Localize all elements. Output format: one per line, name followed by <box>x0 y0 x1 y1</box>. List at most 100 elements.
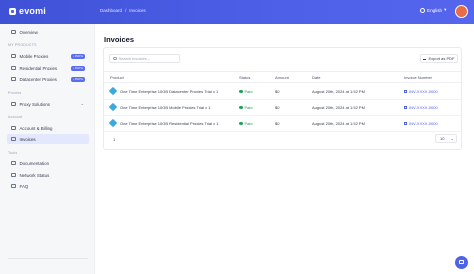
status-label: Paid <box>244 121 253 126</box>
cell-amount: $0 <box>275 89 280 94</box>
table-row[interactable]: One Time Enterprise 10GB Residential Pro… <box>104 116 461 132</box>
sidebar-item-label: Network Status <box>19 172 50 178</box>
document-icon <box>11 160 16 166</box>
sidebar-item-label: FAQ <box>19 183 29 189</box>
sidebar-item-network-status[interactable]: Network Status <box>7 170 89 180</box>
export-label: Export as PDF <box>428 56 455 61</box>
export-pdf-button[interactable]: Export as PDF <box>420 54 458 63</box>
download-icon <box>423 57 427 60</box>
sidebar: Overview MY PRODUCTS Mobile Proxies • PA… <box>0 24 95 274</box>
check-circle-icon <box>239 89 243 94</box>
page-title: Invoices <box>104 35 135 44</box>
sidebar-item-faq[interactable]: FAQ <box>7 181 89 191</box>
sidebar-item-proxy-solutions[interactable]: Proxy Solutions ⌄ <box>7 99 89 109</box>
network-icon <box>11 172 16 178</box>
sidebar-item-residential-proxies[interactable]: Residential Proxies • PAYG <box>7 63 89 73</box>
cell-product: One Time Enterprise 10GB Mobile Proxies … <box>120 105 211 110</box>
product-icon <box>108 86 118 96</box>
external-link-icon <box>404 122 407 125</box>
receipt-icon <box>11 136 16 142</box>
sidebar-item-label: Mobile Proxies <box>19 53 49 59</box>
sidebar-section-products: MY PRODUCTS <box>8 43 37 47</box>
search-icon <box>113 56 117 61</box>
chevron-down-icon: ▾ <box>444 7 447 12</box>
table-row[interactable]: One Time Enterprise 10GB Mobile Proxies … <box>104 100 461 116</box>
chat-support-button[interactable] <box>455 256 468 269</box>
breadcrumb-invoices: Invoices <box>129 8 146 13</box>
status-label: Paid <box>244 89 253 94</box>
grid-icon <box>11 101 16 107</box>
invoice-link[interactable]: INV-XXXX-0000 <box>404 121 438 126</box>
home-icon <box>11 29 16 35</box>
avatar[interactable] <box>455 5 468 18</box>
sidebar-item-datacenter-proxies[interactable]: Datacenter Proxies • PAYG <box>7 74 89 84</box>
sidebar-item-invoices[interactable]: Invoices <box>7 134 89 144</box>
column-date[interactable]: Date <box>312 75 320 80</box>
status-label: Paid <box>244 105 253 110</box>
payg-badge: • PAYG <box>71 53 85 60</box>
check-circle-icon <box>239 121 243 126</box>
logo-icon <box>9 7 16 15</box>
help-icon <box>11 183 16 189</box>
language-label: English <box>427 7 443 13</box>
product-icon <box>108 102 118 112</box>
pagination-page[interactable]: 1 <box>113 137 115 142</box>
status-badge: Paid <box>239 89 253 94</box>
invoice-number: INV-XXXX-0000 <box>409 105 438 110</box>
sidebar-section-proxies: Proxies <box>8 91 22 95</box>
payg-badge: • PAYG <box>71 65 85 72</box>
sidebar-item-label: Datacenter Proxies <box>19 76 57 82</box>
globe-icon <box>420 7 425 13</box>
cell-amount: $0 <box>275 105 280 110</box>
sidebar-item-label: Account & Billing <box>19 125 53 131</box>
home-icon <box>11 65 16 71</box>
invoice-link[interactable]: INV-XXXX-0000 <box>404 89 438 94</box>
column-invoice-number[interactable]: Invoice Number <box>404 75 432 80</box>
mobile-icon <box>11 53 16 59</box>
sidebar-section-account: Account <box>8 115 23 119</box>
brand-name: evomi <box>19 6 47 16</box>
sidebar-item-account-billing[interactable]: Account & Billing <box>7 123 89 133</box>
check-circle-icon <box>239 105 243 110</box>
invoice-number: INV-XXXX-0000 <box>409 89 438 94</box>
sidebar-item-label: Proxy Solutions <box>19 101 51 107</box>
table-row[interactable]: One Time Enterprise 10GB Datacenter Prox… <box>104 84 461 100</box>
sidebar-item-mobile-proxies[interactable]: Mobile Proxies • PAYG <box>7 51 89 61</box>
sidebar-item-label: Overview <box>19 29 38 35</box>
cell-date: August 20th, 2024 at 1:52 PM <box>312 105 365 110</box>
rows-per-page-select[interactable]: 10 ⌄ <box>435 134 457 143</box>
external-link-icon <box>404 90 407 93</box>
product-icon <box>108 118 118 128</box>
sidebar-item-label: Documentation <box>19 160 50 166</box>
invoices-card: Search invoices... Export as PDF Product… <box>103 47 462 150</box>
cell-date: August 20th, 2024 at 1:52 PM <box>312 121 365 126</box>
breadcrumb-dashboard[interactable]: Dashboard <box>100 8 122 13</box>
brand-logo[interactable]: evomi <box>9 6 46 16</box>
table-header: Product Status Amount Date Invoice Numbe… <box>104 71 461 83</box>
sidebar-item-documentation[interactable]: Documentation <box>7 158 89 168</box>
chevron-down-icon: ⌄ <box>80 101 84 106</box>
server-icon <box>11 76 16 82</box>
invoice-link[interactable]: INV-XXXX-0000 <box>404 105 438 110</box>
cell-product: One Time Enterprise 10GB Residential Pro… <box>120 121 219 126</box>
chevron-down-icon: ⌄ <box>450 136 454 141</box>
column-status[interactable]: Status <box>239 75 250 80</box>
invoice-number: INV-XXXX-0000 <box>409 121 438 126</box>
breadcrumb: Dashboard / Invoices <box>100 8 146 13</box>
column-product[interactable]: Product <box>110 75 124 80</box>
sidebar-section-tools: Tools <box>8 151 18 155</box>
top-bar: evomi Dashboard / Invoices English ▾ <box>0 0 474 24</box>
rows-per-page-value: 10 <box>440 136 445 141</box>
cell-date: August 20th, 2024 at 1:52 PM <box>312 89 365 94</box>
search-input[interactable]: Search invoices... <box>109 54 180 63</box>
sidebar-divider <box>8 258 88 259</box>
sidebar-item-overview[interactable]: Overview <box>7 27 89 37</box>
search-placeholder: Search invoices... <box>118 56 151 61</box>
sidebar-item-label: Residential Proxies <box>19 65 58 71</box>
credit-card-icon <box>11 125 16 131</box>
cell-amount: $0 <box>275 121 280 126</box>
status-badge: Paid <box>239 105 253 110</box>
language-selector[interactable]: English ▾ <box>420 7 446 13</box>
column-amount[interactable]: Amount <box>275 75 289 80</box>
status-badge: Paid <box>239 121 253 126</box>
